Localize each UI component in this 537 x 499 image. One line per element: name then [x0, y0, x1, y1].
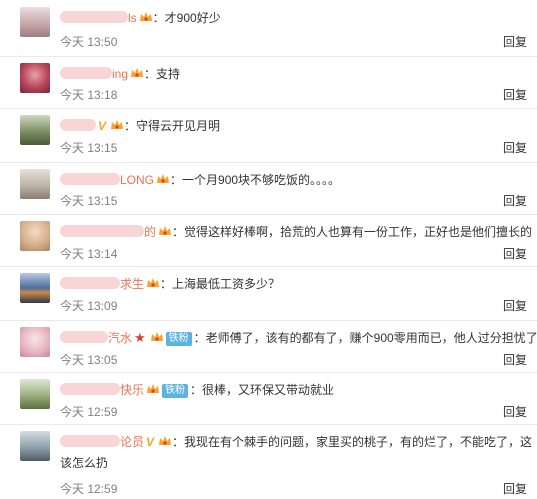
username[interactable]: [60, 119, 96, 133]
comment-line: LONG ：一个月900块不够吃饭的。。。。: [60, 171, 537, 189]
crown-icon: [150, 330, 164, 344]
comment-line: V ：守得云开见月明: [60, 117, 537, 135]
comment-line: ing ：支持: [60, 65, 537, 83]
fan-badge: 铁粉: [162, 384, 189, 398]
comment-line: 论员 V ：我现在有个棘手的问题，家里买的桃子，有的烂了，不能吃了，这: [60, 433, 537, 451]
comment-item: 快乐 铁粉 ：很棒，又环保又带动就业 今天 12:59 回复: [0, 372, 537, 425]
reply-button[interactable]: 回复: [503, 482, 527, 496]
crown-icon: [139, 10, 153, 24]
comment-item: ing ：支持 今天 13:18 回复: [0, 56, 537, 109]
comment-text: ：守得云开见月明: [124, 119, 221, 133]
username[interactable]: ls: [60, 11, 137, 25]
comment-item: 求生 ：上海最低工资多少？ 今天 13:09 回复: [0, 266, 537, 321]
comment-line: ls ：才900好少: [60, 9, 537, 27]
crown-icon: [156, 172, 170, 186]
avatar[interactable]: [20, 169, 50, 199]
comment-item: ls ：才900好少 今天 13:50 回复: [0, 0, 537, 57]
timestamp: 今天 13:09: [60, 299, 118, 313]
avatar[interactable]: [20, 7, 50, 37]
comment-item: 汽水 ★ 铁粉 ：老师傅了，该有的都有了，赚个900零用而已，他人过分担忧了 今天 1…: [0, 320, 537, 373]
username[interactable]: 的: [60, 225, 156, 239]
comment-line: 求生 ：上海最低工资多少？: [60, 275, 537, 293]
crown-icon: [146, 382, 160, 396]
comment-text: ：上海最低工资多少？: [160, 277, 281, 291]
crown-icon: [158, 434, 172, 448]
comment-text: ：我现在有个棘手的问题，家里买的桃子，有的烂了，不能吃了，这: [172, 435, 533, 449]
timestamp: 今天 12:59: [60, 482, 118, 496]
reply-button[interactable]: 回复: [503, 299, 527, 313]
comment-text: ：才900好少: [152, 11, 221, 25]
timestamp: 今天 13:50: [60, 35, 118, 49]
reply-button[interactable]: 回复: [503, 194, 527, 208]
timestamp: 今天 12:59: [60, 405, 118, 419]
avatar[interactable]: [20, 431, 50, 461]
fan-badge: 铁粉: [165, 332, 192, 346]
timestamp: 今天 13:15: [60, 141, 118, 155]
crown-icon: [146, 276, 160, 290]
comment-text: ：支持: [144, 67, 181, 81]
avatar[interactable]: [20, 327, 50, 357]
timestamp: 今天 13:05: [60, 353, 118, 367]
reply-button[interactable]: 回复: [503, 88, 527, 102]
username[interactable]: 快乐: [60, 383, 144, 397]
timestamp: 今天 13:14: [60, 247, 118, 261]
comment-line: 快乐 铁粉 ：很棒，又环保又带动就业: [60, 381, 537, 399]
comment-text: ：一个月900块不够吃饭的。。。。: [170, 173, 341, 187]
crown-icon: [110, 118, 124, 132]
username[interactable]: 论员: [60, 435, 144, 449]
comment-text: ：觉得这样好棒啊，拾荒的人也算有一份工作，正好也是他们擅长的: [172, 225, 533, 239]
verified-v-icon: V: [98, 119, 107, 133]
username[interactable]: 汽水: [60, 331, 132, 345]
comment-line: 汽水 ★ 铁粉 ：老师傅了，该有的都有了，赚个900零用而已，他人过分担忧了: [60, 329, 537, 347]
username[interactable]: ing: [60, 67, 128, 81]
crown-icon: [130, 66, 144, 80]
timestamp: 今天 13:18: [60, 88, 118, 102]
comment-item: LONG ：一个月900块不够吃饭的。。。。 今天 13:15 回复: [0, 162, 537, 215]
avatar[interactable]: [20, 221, 50, 251]
reply-button[interactable]: 回复: [503, 353, 527, 367]
crown-icon: [158, 224, 172, 238]
avatar[interactable]: [20, 379, 50, 409]
comment-text-continued: 该怎么扔: [60, 456, 109, 470]
verified-v-icon: V: [146, 435, 155, 449]
avatar[interactable]: [20, 115, 50, 145]
comment-text: ：很棒，又环保又带动就业: [190, 383, 335, 397]
star-icon: ★: [134, 330, 146, 345]
reply-button[interactable]: 回复: [503, 35, 527, 49]
comment-item: 论员 V ：我现在有个棘手的问题，家里买的桃子，有的烂了，不能吃了，这 该怎么扔 今…: [0, 424, 537, 499]
reply-button[interactable]: 回复: [503, 247, 527, 261]
reply-button[interactable]: 回复: [503, 141, 527, 155]
comment-line: 的 ：觉得这样好棒啊，拾荒的人也算有一份工作，正好也是他们擅长的: [60, 223, 537, 241]
username[interactable]: LONG: [60, 173, 154, 187]
comment-text: ：老师傅了，该有的都有了，赚个900零用而已，他人过分担忧了: [193, 331, 537, 345]
timestamp: 今天 13:15: [60, 194, 118, 208]
avatar[interactable]: [20, 63, 50, 93]
comment-item: 的 ：觉得这样好棒啊，拾荒的人也算有一份工作，正好也是他们擅长的 今天 13:14…: [0, 214, 537, 267]
comment-item: V ：守得云开见月明 今天 13:15 回复: [0, 108, 537, 163]
avatar[interactable]: [20, 273, 50, 303]
username[interactable]: 求生: [60, 277, 144, 291]
comment-list: ls ：才900好少 今天 13:50 回复 ing ：支持 今天 13:18 回复…: [0, 0, 537, 499]
reply-button[interactable]: 回复: [503, 405, 527, 419]
